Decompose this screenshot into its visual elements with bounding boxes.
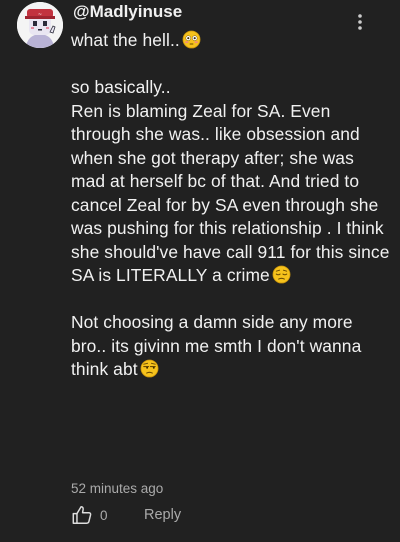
svg-text:~: ~ (38, 12, 42, 18)
avatar[interactable]: ~ (17, 2, 63, 48)
comment-text: so basically.. Ren is blaming Zeal for S… (71, 77, 390, 285)
comment-timestamp: 52 minutes ago (71, 481, 164, 496)
flushed-face-emoji-icon (182, 30, 201, 49)
username[interactable]: @Madlyinuse (73, 2, 182, 22)
thumbs-up-icon (72, 506, 92, 524)
comment-text: Not choosing a damn side any more bro.. … (71, 312, 367, 379)
like-button[interactable] (71, 504, 93, 526)
reply-button[interactable]: Reply (144, 507, 181, 523)
avatar-image: ~ (17, 2, 63, 48)
pensive-face-emoji-icon (272, 265, 291, 284)
unamused-face-emoji-icon (140, 359, 159, 378)
comment-paragraph: Not choosing a damn side any more bro.. … (71, 311, 391, 382)
comment-paragraph: so basically.. Ren is blaming Zeal for S… (71, 76, 391, 288)
like-count: 0 (100, 508, 108, 523)
comment-text: what the hell.. (71, 30, 180, 50)
comment-body: what the hell.. so basically.. Ren is bl… (71, 29, 391, 382)
comment-paragraph: what the hell.. (71, 29, 391, 53)
